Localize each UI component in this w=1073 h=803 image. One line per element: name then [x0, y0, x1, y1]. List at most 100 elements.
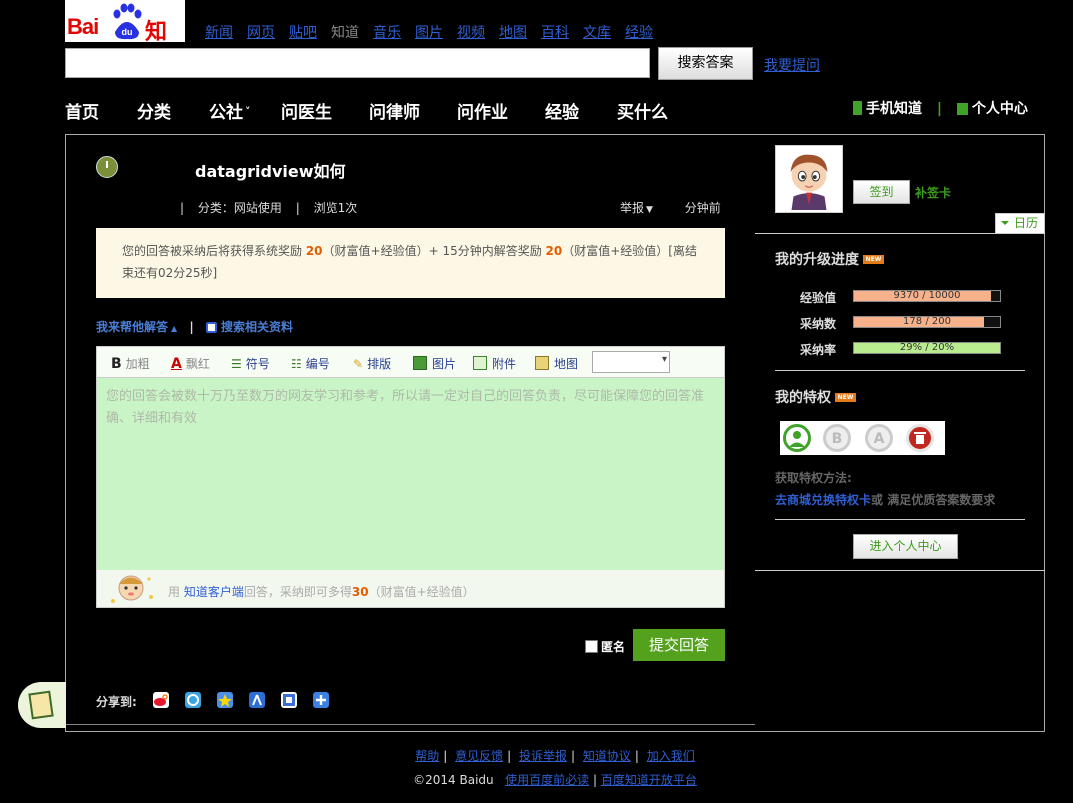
privilege-title: 我的特权 [775, 390, 831, 406]
footer-feedback-link[interactable]: 意见反馈 [455, 749, 503, 763]
editor-placeholder[interactable]: 您的回答会被数十万乃至数万的网友学习和参考，所以请一定对自己的回答负责，尽可能保… [106, 386, 716, 430]
report-button[interactable]: 举报 ▼ [620, 201, 653, 215]
main-nav-community[interactable]: 公社 ˅ [209, 98, 251, 123]
trash-icon[interactable] [906, 424, 934, 452]
main-nav-ask-lawyer[interactable]: 问律师 [369, 98, 420, 123]
product-nav-item[interactable]: 地图 [499, 25, 527, 41]
toolbar-select[interactable] [592, 351, 670, 373]
toolbar-map-label: 地图 [554, 357, 579, 371]
mobile-zhidao-link[interactable]: 手机知道 [853, 101, 922, 117]
avatar[interactable] [775, 145, 843, 213]
toolbar-bold-button[interactable]: B 加粗 [111, 355, 150, 372]
user-card-icon [956, 103, 968, 115]
tieba-share-icon[interactable] [281, 692, 297, 708]
enter-personal-center-button[interactable]: 进入个人中心 [853, 534, 958, 559]
anonymous-checkbox[interactable]: 匿名 [585, 638, 625, 655]
search-related-label: 搜索相关资料 [220, 320, 293, 334]
toolbar-numbering-label: 编号 [305, 357, 330, 371]
sign-in-button[interactable]: 签到 [853, 180, 910, 204]
privilege-howto-label: 获取特权方法: [775, 471, 852, 485]
notepad-icon[interactable] [18, 682, 66, 728]
personal-center-link[interactable]: 个人中心 [956, 101, 1028, 117]
exp-progress-text: 9370 / 10000 [893, 290, 961, 301]
share-label: 分享到: [96, 695, 137, 709]
help-answer-label: 我来帮他解答 [96, 320, 169, 334]
must-read-link[interactable]: 使用百度前必读 [505, 773, 589, 787]
paw-icon: du [113, 3, 142, 40]
rate-progress-bar: 29% / 20% [853, 342, 1001, 354]
footer-agreement-link[interactable]: 知道协议 [583, 749, 631, 763]
baidu-zhidao-logo[interactable]: Bai du 知道 [65, 0, 185, 77]
reward-text-1: 您的回答被采纳后将获得系统奖励 [122, 244, 306, 258]
main-nav-category[interactable]: 分类 [137, 98, 171, 123]
main-nav-home[interactable]: 首页 [65, 98, 99, 123]
sidebar-divider [775, 370, 1025, 371]
question-category[interactable]: 分类：网站使用 [198, 201, 282, 215]
more-share-icon[interactable] [313, 692, 329, 708]
open-platform-link[interactable]: 百度知道开放平台 [601, 773, 697, 787]
sidebar-divider [775, 519, 1025, 520]
product-nav-item[interactable]: 音乐 [373, 25, 401, 41]
footer-separator: | [571, 749, 576, 763]
question-title: datagridview如何 [195, 162, 346, 181]
font-a-icon[interactable]: A [865, 424, 893, 452]
main-nav-homework[interactable]: 问作业 [457, 98, 508, 123]
exp-progress-bar: 9370 / 10000 [853, 290, 1001, 302]
submit-answer-button[interactable]: 提交回答 [633, 629, 725, 661]
renren-share-icon[interactable] [249, 692, 265, 708]
footer-report-link[interactable]: 投诉举报 [519, 749, 567, 763]
star-share-icon[interactable] [217, 692, 233, 708]
help-separator: | [189, 320, 194, 334]
mobile-zhidao-label: 手机知道 [866, 101, 922, 117]
magnifier-icon [205, 322, 217, 333]
product-nav-item[interactable]: 文库 [583, 25, 611, 41]
question-time: 分钟前 [684, 201, 721, 215]
calendar-toggle[interactable]: 日历 [995, 213, 1045, 234]
footer-join-link[interactable]: 加入我们 [647, 749, 695, 763]
product-nav-item[interactable]: 百科 [541, 25, 569, 41]
rate-progress-text: 29% / 20% [899, 342, 955, 353]
progress-label-adopted: 采纳数 [800, 317, 837, 331]
user-icon[interactable] [783, 424, 811, 452]
mall-exchange-link[interactable]: 去商城兑换特权卡 [775, 493, 871, 507]
product-nav-item[interactable]: 视频 [457, 25, 485, 41]
privilege-howto: 去商城兑换特权卡或 满足优质答案数要求 [775, 491, 995, 508]
toolbar-numbering-button[interactable]: ☷ 编号 [291, 355, 330, 372]
main-nav-shopping[interactable]: 买什么 [617, 98, 668, 123]
search-related-link[interactable]: 搜索相关资料 [205, 320, 293, 334]
qzone-share-icon[interactable] [185, 692, 201, 708]
product-nav-item[interactable]: 贴吧 [289, 25, 317, 41]
footer-separator: | [592, 773, 597, 787]
copyright-text: ©2014 Baidu [413, 773, 494, 787]
progress-title: 我的升级进度 [775, 252, 859, 268]
footer-links: 帮助 | 意见反馈 | 投诉举报 | 知道协议 | 加入我们 [0, 747, 1073, 764]
toolbar-red-button[interactable]: A 飘红 [171, 355, 210, 372]
bold-b-icon: B [111, 356, 122, 372]
toolbar-red-label: 飘红 [185, 357, 210, 371]
zhidao-client-link[interactable]: 知道客户端 [184, 585, 244, 599]
ask-question-link[interactable]: 我要提问 [764, 55, 820, 75]
bold-b-icon[interactable]: B [823, 424, 851, 452]
toolbar-attachment-button[interactable]: 附件 [473, 355, 516, 372]
make-up-card-link[interactable]: 补签卡 [915, 184, 951, 201]
search-input[interactable] [65, 48, 650, 78]
client-mid-text: 回答，采纳即可多得 [243, 585, 352, 599]
footer-help-link[interactable]: 帮助 [415, 749, 439, 763]
main-nav-ask-doctor[interactable]: 问医生 [281, 98, 332, 123]
product-nav-item[interactable]: 新闻 [205, 25, 233, 41]
toolbar-map-button[interactable]: 地图 [535, 355, 578, 372]
toolbar-format-button[interactable]: ✎ 排版 [353, 355, 391, 372]
sidebar-divider [755, 233, 1045, 234]
right-nav: 手机知道 | 个人中心 [853, 98, 1028, 118]
product-nav-item[interactable]: 经验 [625, 25, 653, 41]
toolbar-symbol-button[interactable]: ☰ 符号 [231, 355, 270, 372]
product-nav-item[interactable]: 图片 [415, 25, 443, 41]
toolbar-image-button[interactable]: 图片 [413, 355, 456, 372]
client-bonus-number: 30 [351, 585, 369, 599]
help-answer-toggle[interactable]: 我来帮他解答 ▲ [96, 320, 177, 334]
product-nav-item[interactable]: 网页 [247, 25, 275, 41]
main-nav-experience[interactable]: 经验 [545, 98, 579, 123]
weibo-share-icon[interactable] [153, 692, 169, 708]
footer-separator: | [507, 749, 512, 763]
search-answers-button[interactable]: 搜索答案 [658, 47, 753, 80]
